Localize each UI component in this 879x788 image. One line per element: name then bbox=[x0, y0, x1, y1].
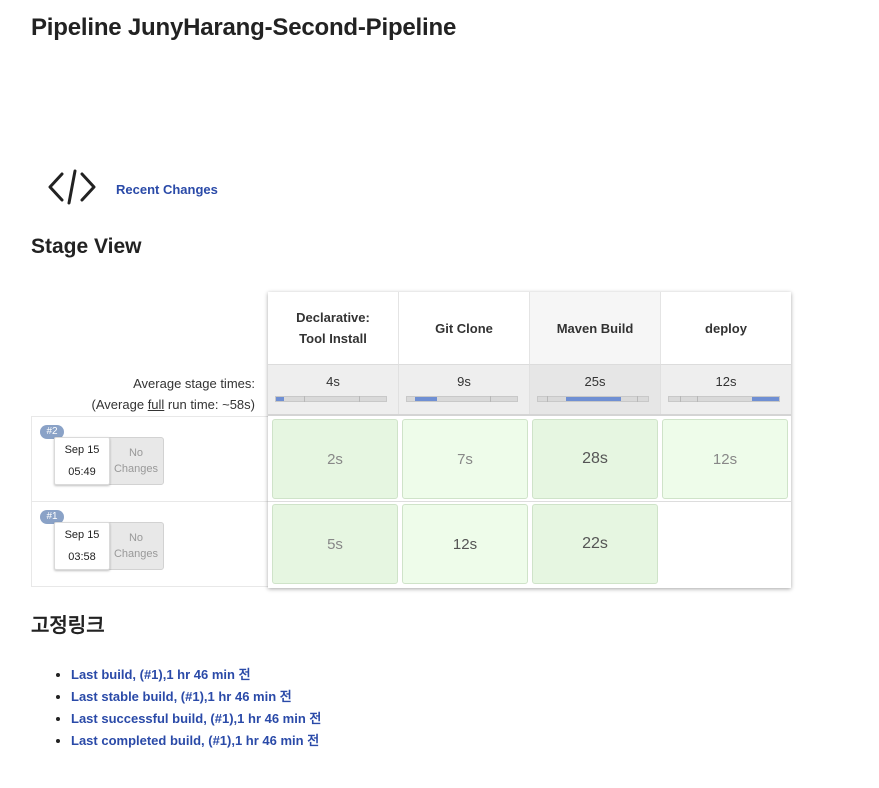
permalink-last-build[interactable]: Last build, (#1),1 hr 46 min 전 bbox=[71, 667, 251, 682]
permalink-last-successful-build[interactable]: Last successful build, (#1),1 hr 46 min … bbox=[71, 711, 321, 726]
avg-cell-git-clone: 9s bbox=[399, 364, 530, 415]
build-date-box: Sep 15 05:49 bbox=[54, 437, 110, 485]
stage-header-git-clone: Git Clone bbox=[399, 292, 530, 364]
stage-cell-deploy-build-2[interactable]: 12s bbox=[662, 419, 788, 499]
stage-cell-declarative-build-2[interactable]: 2s bbox=[272, 419, 398, 499]
build-row-1[interactable]: #1 Sep 15 03:58 No Changes bbox=[31, 501, 270, 587]
avg-progress-bar bbox=[275, 396, 387, 402]
average-times-label: Average stage times: (Average full run t… bbox=[92, 373, 255, 415]
stage-cell-maven-build-build-2[interactable]: 28s bbox=[532, 419, 658, 499]
build-date: Sep 15 bbox=[64, 529, 100, 541]
list-item: Last completed build, (#1),1 hr 46 min 전 bbox=[71, 730, 321, 752]
permalink-last-stable-build[interactable]: Last stable build, (#1),1 hr 46 min 전 bbox=[71, 689, 292, 704]
build-date-box: Sep 15 03:58 bbox=[54, 522, 110, 570]
build-time: 03:58 bbox=[68, 551, 96, 563]
permalinks-list: Last build, (#1),1 hr 46 min 전 Last stab… bbox=[53, 664, 321, 752]
permalinks-title: 고정링크 bbox=[31, 615, 105, 637]
build-date: Sep 15 bbox=[64, 444, 100, 456]
build-time: 05:49 bbox=[68, 466, 96, 478]
build-row-2[interactable]: #2 Sep 15 05:49 No Changes bbox=[31, 416, 270, 502]
list-item: Last build, (#1),1 hr 46 min 전 bbox=[71, 664, 321, 686]
build-changes-box[interactable]: No Changes bbox=[108, 522, 164, 570]
stage-cell-maven-build-build-1[interactable]: 22s bbox=[532, 504, 658, 584]
stage-cell-declarative-build-1[interactable]: 5s bbox=[272, 504, 398, 584]
recent-changes-link[interactable]: Recent Changes bbox=[116, 182, 218, 197]
avg-cell-maven-build: 25s bbox=[530, 364, 661, 415]
list-item: Last successful build, (#1),1 hr 46 min … bbox=[71, 708, 321, 730]
avg-cell-declarative: 4s bbox=[268, 364, 399, 415]
avg-progress-bar bbox=[668, 396, 780, 402]
build-changes-box[interactable]: No Changes bbox=[108, 437, 164, 485]
stage-view-title: Stage View bbox=[31, 235, 142, 258]
avg-stage-time: 25s bbox=[584, 374, 606, 389]
stage-cell-git-clone-build-2[interactable]: 7s bbox=[402, 419, 528, 499]
stage-cell-git-clone-build-1[interactable]: 12s bbox=[402, 504, 528, 584]
list-item: Last stable build, (#1),1 hr 46 min 전 bbox=[71, 686, 321, 708]
permalink-last-completed-build[interactable]: Last completed build, (#1),1 hr 46 min 전 bbox=[71, 733, 319, 748]
average-stage-times-text: Average stage times: bbox=[133, 376, 255, 391]
avg-stage-time: 12s bbox=[715, 374, 737, 389]
avg-progress-bar bbox=[537, 396, 649, 402]
avg-stage-time: 9s bbox=[457, 374, 471, 389]
full-run-time-link[interactable]: full bbox=[148, 397, 165, 412]
page-title: Pipeline JunyHarang-Second-Pipeline bbox=[31, 14, 457, 41]
stage-header-deploy: deploy bbox=[705, 320, 747, 336]
stage-view-table: Declarative: Tool Install Git Clone Maven… bbox=[268, 292, 791, 588]
stage-header-maven-build: Maven Build bbox=[530, 292, 661, 364]
code-brackets-icon[interactable] bbox=[46, 168, 98, 206]
average-full-run-time: (Average full run time: ~58s) bbox=[91, 397, 255, 412]
avg-progress-bar bbox=[406, 396, 518, 402]
avg-stage-time: 4s bbox=[326, 374, 340, 389]
stage-header-declarative-tool-install: Declarative: Tool Install bbox=[268, 292, 399, 364]
avg-cell-deploy: 12s bbox=[661, 364, 791, 415]
